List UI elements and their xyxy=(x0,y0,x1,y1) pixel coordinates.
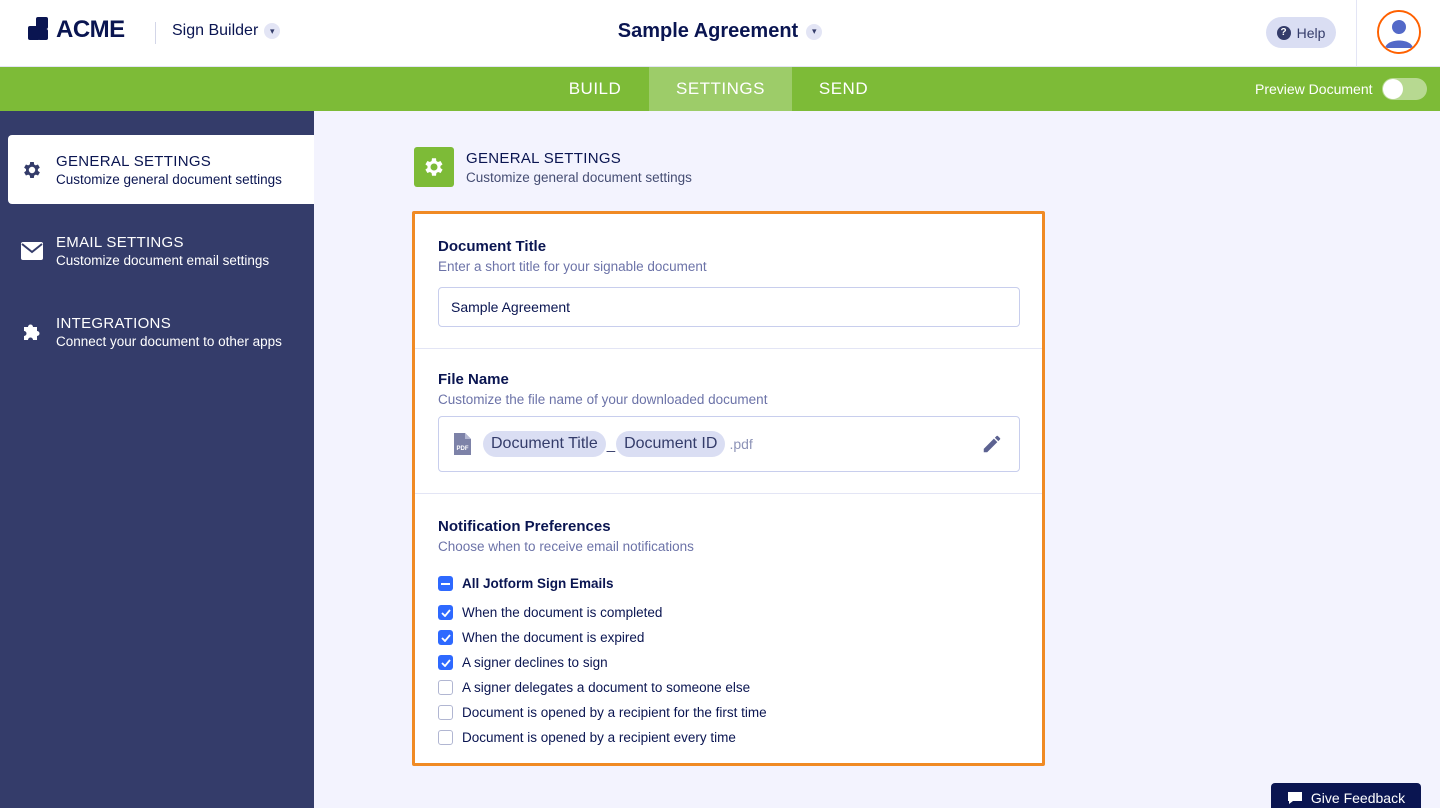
document-id-token[interactable]: Document ID xyxy=(616,431,726,457)
top-header: ACME Sign Builder ▾ Sample Agreement ▾ ?… xyxy=(0,0,1440,67)
file-name-help: Customize the file name of your download… xyxy=(438,392,768,407)
document-title-input[interactable] xyxy=(438,287,1020,327)
help-button[interactable]: ? Help xyxy=(1266,17,1336,48)
tab-label: BUILD xyxy=(568,79,622,98)
chevron-down-icon: ▾ xyxy=(264,23,281,39)
checkbox-label: Document is opened by a recipient for th… xyxy=(462,705,767,720)
puzzle-icon xyxy=(24,324,40,340)
file-name-field[interactable]: PDF Document Title _ Document ID .pdf xyxy=(438,416,1020,472)
logo-mark-icon xyxy=(28,17,52,43)
page-subtitle: Customize general document settings xyxy=(466,169,692,185)
envelope-icon xyxy=(21,241,43,260)
gear-icon xyxy=(414,147,454,187)
checkbox-unchecked-icon xyxy=(438,705,453,720)
notification-preferences-help: Choose when to receive email notificatio… xyxy=(438,539,694,554)
avatar[interactable] xyxy=(1377,10,1421,54)
chevron-down-icon: ▾ xyxy=(806,23,823,40)
give-feedback-label: Give Feedback xyxy=(1310,790,1406,806)
all-emails-checkbox[interactable]: All Jotform Sign Emails xyxy=(438,576,614,591)
document-title-token[interactable]: Document Title xyxy=(483,431,606,457)
file-name-label: File Name xyxy=(438,371,509,388)
pencil-edit-icon[interactable] xyxy=(981,433,1003,455)
feedback-chat-icon xyxy=(1287,792,1302,804)
notification-option-checkbox[interactable]: A signer delegates a document to someone… xyxy=(438,680,750,695)
checkbox-unchecked-icon xyxy=(438,680,453,695)
sidebar-item-email-settings[interactable]: EMAIL SETTINGS Customize document email … xyxy=(8,216,314,285)
page-title: GENERAL SETTINGS xyxy=(466,149,622,167)
sidebar-item-subtitle: Customize document email settings xyxy=(56,252,270,268)
pdf-file-icon: PDF xyxy=(454,433,471,455)
checkbox-checked-icon xyxy=(438,655,453,670)
settings-sidebar: GENERAL SETTINGS Customize general docum… xyxy=(0,111,314,808)
checkbox-label: A signer delegates a document to someone… xyxy=(462,680,751,695)
checkbox-checked-icon xyxy=(438,630,453,645)
notification-option-checkbox[interactable]: Document is opened by a recipient every … xyxy=(438,730,736,745)
logo-text: ACME xyxy=(56,16,125,43)
tab-settings[interactable]: SETTINGS xyxy=(649,67,792,111)
sidebar-item-integrations[interactable]: INTEGRATIONS Connect your document to ot… xyxy=(8,297,314,366)
document-title-section: Document Title Enter a short title for y… xyxy=(415,214,1042,348)
document-title-label: Document Title xyxy=(438,238,547,255)
sidebar-item-title: GENERAL SETTINGS xyxy=(56,152,212,170)
checkbox-label: A signer declines to sign xyxy=(462,655,608,670)
sidebar-item-general-settings[interactable]: GENERAL SETTINGS Customize general docum… xyxy=(8,135,314,204)
user-avatar-icon xyxy=(1379,12,1419,52)
header-divider xyxy=(1356,0,1357,67)
general-settings-card: Document Title Enter a short title for y… xyxy=(412,211,1045,766)
toggle-knob xyxy=(1383,79,1403,99)
notification-preferences-section: Notification Preferences Choose when to … xyxy=(415,494,1042,763)
file-name-section: File Name Customize the file name of you… xyxy=(415,349,1042,493)
document-title-dropdown[interactable]: Sample Agreement ▾ xyxy=(617,20,823,43)
notification-preferences-label: Notification Preferences xyxy=(438,518,611,535)
gear-icon xyxy=(24,161,40,178)
tab-label: SEND xyxy=(818,79,869,98)
builder-nav-bar: BUILD SETTINGS SEND Preview Document xyxy=(0,67,1440,111)
indeterminate-checkbox-icon xyxy=(438,576,453,591)
checkbox-label: When the document is expired xyxy=(462,630,645,645)
checkbox-unchecked-icon xyxy=(438,730,453,745)
acme-logo[interactable]: ACME xyxy=(28,16,125,44)
help-label: Help xyxy=(1296,24,1326,41)
header-divider xyxy=(155,22,156,44)
checkbox-label: When the document is completed xyxy=(462,605,663,620)
notification-option-checkbox[interactable]: A signer declines to sign xyxy=(438,655,608,670)
tab-build[interactable]: BUILD xyxy=(541,67,649,111)
sidebar-item-title: INTEGRATIONS xyxy=(56,314,171,332)
tab-send[interactable]: SEND xyxy=(792,67,895,111)
preview-document-toggle[interactable] xyxy=(1382,78,1427,100)
token-separator: _ xyxy=(606,435,616,453)
notification-option-checkbox[interactable]: When the document is expired xyxy=(438,630,644,645)
app-switcher-button[interactable]: Sign Builder ▾ xyxy=(172,22,281,40)
file-extension: .pdf xyxy=(729,436,753,452)
notification-option-checkbox[interactable]: Document is opened by a recipient for th… xyxy=(438,705,767,720)
pdf-file-icon-text: PDF xyxy=(457,446,469,452)
preview-document-label: Preview Document xyxy=(1255,81,1373,97)
notification-option-checkbox[interactable]: When the document is completed xyxy=(438,605,662,620)
document-title-text: Sample Agreement xyxy=(617,20,799,42)
document-title-help: Enter a short title for your signable do… xyxy=(438,259,707,274)
checkbox-checked-icon xyxy=(438,605,453,620)
app-switcher-label: Sign Builder xyxy=(172,22,259,39)
sidebar-item-subtitle: Connect your document to other apps xyxy=(56,333,282,349)
sidebar-item-subtitle: Customize general document settings xyxy=(56,171,282,187)
checkbox-label: Document is opened by a recipient every … xyxy=(462,730,736,745)
checkbox-label: All Jotform Sign Emails xyxy=(462,576,614,591)
tab-label: SETTINGS xyxy=(675,79,765,98)
section-header: GENERAL SETTINGS Customize general docum… xyxy=(414,147,692,187)
question-icon: ? xyxy=(1276,25,1291,40)
sidebar-item-title: EMAIL SETTINGS xyxy=(56,233,184,251)
give-feedback-button[interactable]: Give Feedback xyxy=(1271,783,1421,808)
